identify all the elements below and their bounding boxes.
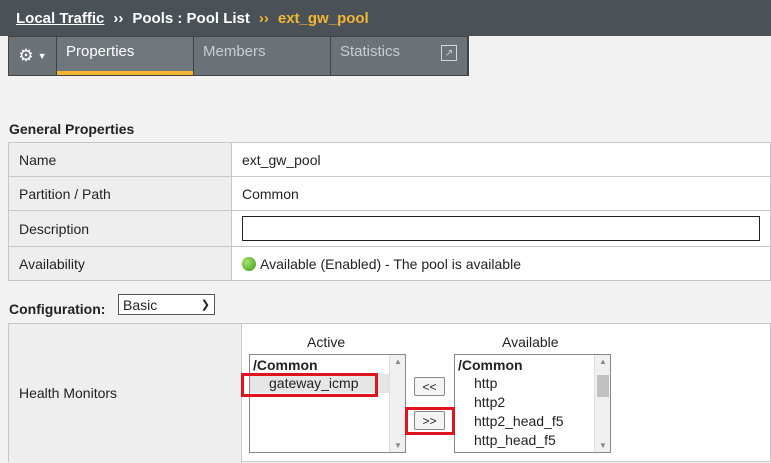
tab-label: Properties — [66, 43, 135, 60]
tab-members[interactable]: Members — [194, 37, 331, 75]
list-item[interactable]: http2_head_f5 — [455, 412, 610, 431]
scrollbar[interactable]: ▲ ▼ — [594, 355, 610, 452]
tab-label: Members — [203, 43, 266, 60]
scroll-down-icon[interactable]: ▼ — [390, 441, 405, 450]
scroll-down-icon[interactable]: ▼ — [595, 441, 610, 450]
name-label: Name — [8, 142, 232, 177]
available-header: Available — [502, 334, 559, 350]
move-left-button[interactable]: << — [414, 377, 445, 396]
description-label: Description — [8, 210, 232, 247]
breadcrumb-pool-list[interactable]: Pools : Pool List — [132, 10, 250, 27]
list-item[interactable]: http_head_f5 — [455, 431, 610, 450]
health-monitors-panel: Health Monitors Active Available /Common… — [8, 323, 771, 463]
general-properties-table: Name ext_gw_pool Partition / Path Common… — [8, 142, 771, 281]
table-row: Availability Available (Enabled) - The p… — [8, 246, 771, 281]
active-monitors-list[interactable]: /Common gateway_icmp ▲ ▼ — [249, 354, 406, 453]
gear-menu-button[interactable]: ⚙ ▼ — [9, 37, 57, 75]
table-row: Description — [8, 210, 771, 247]
highlight-box — [405, 407, 455, 435]
tab-properties[interactable]: Properties — [57, 37, 194, 75]
configuration-selected: Basic — [123, 296, 158, 313]
configuration-label: Configuration: — [9, 301, 106, 317]
scroll-up-icon[interactable]: ▲ — [595, 357, 610, 366]
list-item[interactable]: http — [455, 374, 610, 393]
partition-value: Common — [231, 176, 771, 211]
availability-value: Available (Enabled) - The pool is availa… — [260, 255, 521, 272]
breadcrumb-separator: ›› — [258, 9, 269, 27]
scrollbar[interactable]: ▲ ▼ — [389, 355, 405, 452]
highlight-box — [241, 373, 378, 397]
configuration-select[interactable]: Basic ❯ — [118, 294, 215, 315]
chevron-down-icon: ❯ — [200, 299, 210, 311]
partition-label: Partition / Path — [8, 176, 232, 211]
scroll-up-icon[interactable]: ▲ — [390, 357, 405, 366]
table-row: Name ext_gw_pool — [8, 142, 771, 177]
breadcrumb-separator: ›› — [113, 9, 124, 27]
list-group-label: /Common — [253, 357, 318, 373]
breadcrumb: Local Traffic ›› Pools : Pool List ›› ex… — [0, 0, 771, 36]
name-value: ext_gw_pool — [231, 142, 771, 177]
scrollbar-thumb[interactable] — [597, 375, 609, 397]
status-green-icon — [242, 256, 256, 271]
health-monitors-label: Health Monitors — [9, 324, 242, 463]
table-row: Partition / Path Common — [8, 176, 771, 211]
tab-label: Statistics — [340, 43, 401, 60]
tab-statistics[interactable]: Statistics ↗ — [331, 37, 468, 75]
popout-icon[interactable]: ↗ — [441, 45, 457, 61]
caret-down-icon: ▼ — [37, 51, 47, 61]
general-properties-title: General Properties — [9, 121, 135, 137]
list-item[interactable]: http2 — [455, 393, 610, 412]
breadcrumb-local-traffic[interactable]: Local Traffic — [16, 10, 104, 27]
breadcrumb-current: ext_gw_pool — [277, 9, 369, 27]
availability-label: Availability — [8, 246, 232, 281]
active-header: Active — [307, 334, 346, 350]
tab-bar: ⚙ ▼ Properties Members Statistics ↗ — [8, 36, 469, 76]
description-input[interactable] — [242, 216, 760, 241]
gear-icon: ⚙ — [18, 46, 34, 65]
list-group-label: /Common — [458, 357, 523, 373]
available-monitors-list[interactable]: /Common http http2 http2_head_f5 http_he… — [454, 354, 611, 453]
